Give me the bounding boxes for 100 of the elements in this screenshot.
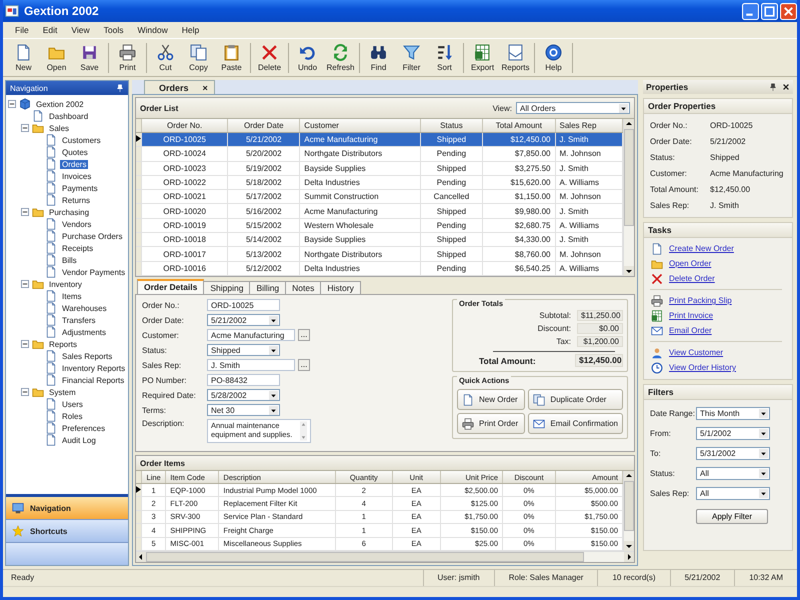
table-row[interactable]: ORD-10016 5/12/2002 Delta Industries Pending $6,540.25 A. Williams <box>136 261 622 276</box>
pane-button[interactable]: Shortcuts <box>6 520 128 543</box>
task-link[interactable]: Open Order <box>669 259 712 268</box>
tree-item[interactable]: Purchase Orders <box>60 232 124 240</box>
text-field[interactable]: J. Smith <box>207 359 295 371</box>
collapse-icon[interactable] <box>21 124 29 132</box>
text-field[interactable]: Acme Manufacturing <box>207 329 295 341</box>
tree-item[interactable]: Inventory <box>47 280 84 288</box>
tab[interactable]: History <box>320 281 361 294</box>
tree-item[interactable]: Invoices <box>60 172 94 180</box>
column-header[interactable]: Order No. <box>142 119 228 132</box>
table-row[interactable]: ORD-10017 5/13/2002 Northgate Distributors Shipped $8,760.00 M. Johnson <box>136 246 622 262</box>
dropdown[interactable]: 5/1/2002 <box>696 426 770 440</box>
tree-item[interactable]: Transfers <box>60 316 98 324</box>
dropdown[interactable]: 5/31/2002 <box>696 446 770 460</box>
toolbar-button[interactable]: Print <box>111 40 144 74</box>
task-link[interactable]: Delete Order <box>669 274 715 283</box>
task-link[interactable]: View Customer <box>669 348 724 357</box>
collapse-icon[interactable] <box>21 280 29 288</box>
tree-item[interactable]: Dashboard <box>47 112 90 120</box>
dropdown[interactable]: 5/21/2002 <box>207 314 280 326</box>
toolbar-button[interactable]: New <box>7 40 40 74</box>
toolbar-button[interactable]: Find <box>362 40 395 74</box>
menu-item[interactable]: Window <box>131 24 174 36</box>
tree-item[interactable]: Quotes <box>60 148 90 156</box>
tree-item[interactable]: Gextion 2002 <box>34 100 86 108</box>
toolbar-button[interactable]: Sort <box>428 40 461 74</box>
apply-filter-button[interactable]: Apply Filter <box>696 509 768 524</box>
tree-item[interactable]: Financial Reports <box>60 376 126 384</box>
tree-item[interactable]: Inventory Reports <box>60 364 128 372</box>
tree-item[interactable]: Returns <box>60 196 92 204</box>
tree-item[interactable]: Vendors <box>60 220 94 228</box>
tree-item[interactable]: Vendor Payments <box>60 268 128 276</box>
minimize-button[interactable] <box>742 2 759 20</box>
toolbar-button[interactable]: Paste <box>215 40 248 74</box>
action-button[interactable]: New Order <box>457 389 526 410</box>
action-button[interactable]: Email Confirmation <box>528 413 623 434</box>
tree-item[interactable]: System <box>47 388 78 396</box>
toolbar-button[interactable]: Save <box>73 40 106 74</box>
tab[interactable]: Billing <box>249 281 286 294</box>
close-button[interactable] <box>780 2 797 20</box>
scroll-up-icon[interactable] <box>624 119 634 129</box>
browse-button[interactable]: ... <box>298 329 310 341</box>
tree-item[interactable]: Orders <box>60 160 88 168</box>
table-row[interactable]: ORD-10020 5/16/2002 Acme Manufacturing Shipped $9,980.00 J. Smith <box>136 204 622 218</box>
tree-item[interactable]: Customers <box>60 136 103 144</box>
tree-item[interactable]: Audit Log <box>60 436 98 444</box>
dropdown[interactable]: Shipped <box>207 344 280 356</box>
column-header[interactable]: Customer <box>300 119 420 132</box>
close-tab-button[interactable]: × <box>202 82 208 92</box>
tree-item[interactable]: Roles <box>60 412 84 420</box>
tree-item[interactable]: Reports <box>47 340 80 348</box>
dropdown[interactable]: This Month <box>696 406 770 420</box>
collapse-icon[interactable] <box>21 208 29 216</box>
menu-item[interactable]: File <box>9 24 35 36</box>
action-button[interactable]: Print Order <box>457 413 526 434</box>
tree-item[interactable]: Sales <box>47 124 72 132</box>
scroll-left-icon[interactable] <box>136 552 146 562</box>
column-header[interactable]: Total Amount <box>482 119 555 132</box>
table-row[interactable]: ORD-10018 5/14/2002 Bayside Supplies Shipped $4,330.00 J. Smith <box>136 232 622 247</box>
vertical-scrollbar[interactable] <box>623 471 634 551</box>
task-link[interactable]: Create New Order <box>669 244 734 253</box>
scroll-down-icon[interactable] <box>624 266 634 276</box>
tree-item[interactable]: Users <box>60 400 85 408</box>
pane-button[interactable]: Navigation <box>6 497 128 520</box>
text-field[interactable]: ORD-10025 <box>207 299 280 311</box>
scroll-down-icon[interactable] <box>624 541 634 551</box>
tab[interactable]: Shipping <box>203 281 250 294</box>
collapse-icon[interactable] <box>21 388 29 396</box>
dropdown[interactable]: 5/28/2002 <box>207 389 280 401</box>
browse-button[interactable]: ... <box>298 359 310 371</box>
horizontal-scrollbar[interactable] <box>136 551 634 562</box>
table-row[interactable]: ORD-10019 5/15/2002 Western Wholesale Pending $2,680.75 A. Williams <box>136 218 622 233</box>
table-row[interactable]: ORD-10023 5/19/2002 Bayside Supplies Shipped $3,275.50 J. Smith <box>136 161 622 176</box>
dropdown[interactable]: All <box>696 486 770 500</box>
toolbar-button[interactable]: Refresh <box>324 40 357 74</box>
tree-item[interactable]: Bills <box>60 256 79 264</box>
menu-item[interactable]: Edit <box>36 24 64 36</box>
toolbar-button[interactable]: Cut <box>149 40 182 74</box>
vertical-scrollbar[interactable] <box>623 119 634 276</box>
menu-item[interactable]: Help <box>176 24 206 36</box>
toolbar-button[interactable]: Undo <box>291 40 324 74</box>
maximize-button[interactable] <box>761 2 778 20</box>
toolbar-button[interactable]: Help <box>537 40 570 74</box>
tab[interactable]: Notes <box>285 281 322 294</box>
table-row[interactable]: ORD-10021 5/17/2002 Summit Construction Cancelled $1,150.00 M. Johnson <box>136 190 622 204</box>
task-link[interactable]: Email Order <box>669 326 712 335</box>
tree-item[interactable]: Payments <box>60 184 100 192</box>
column-header[interactable]: Sales Rep <box>555 119 622 132</box>
column-header[interactable]: Order Date <box>228 119 300 132</box>
toolbar-button[interactable]: Export <box>466 40 499 74</box>
table-row[interactable]: ORD-10024 5/20/2002 Northgate Distributors Pending $7,850.00 M. Johnson <box>136 146 622 162</box>
toolbar-button[interactable]: Reports <box>499 40 532 74</box>
tree-item[interactable]: Adjustments <box>60 328 108 336</box>
collapse-icon[interactable] <box>8 100 16 108</box>
view-dropdown[interactable]: All Orders <box>516 102 630 114</box>
close-icon[interactable] <box>782 83 790 91</box>
menu-item[interactable]: View <box>65 24 96 36</box>
toolbar-button[interactable]: Copy <box>182 40 215 74</box>
table-row[interactable]: ORD-10022 5/18/2002 Delta Industries Pending $15,620.00 A. Williams <box>136 175 622 190</box>
